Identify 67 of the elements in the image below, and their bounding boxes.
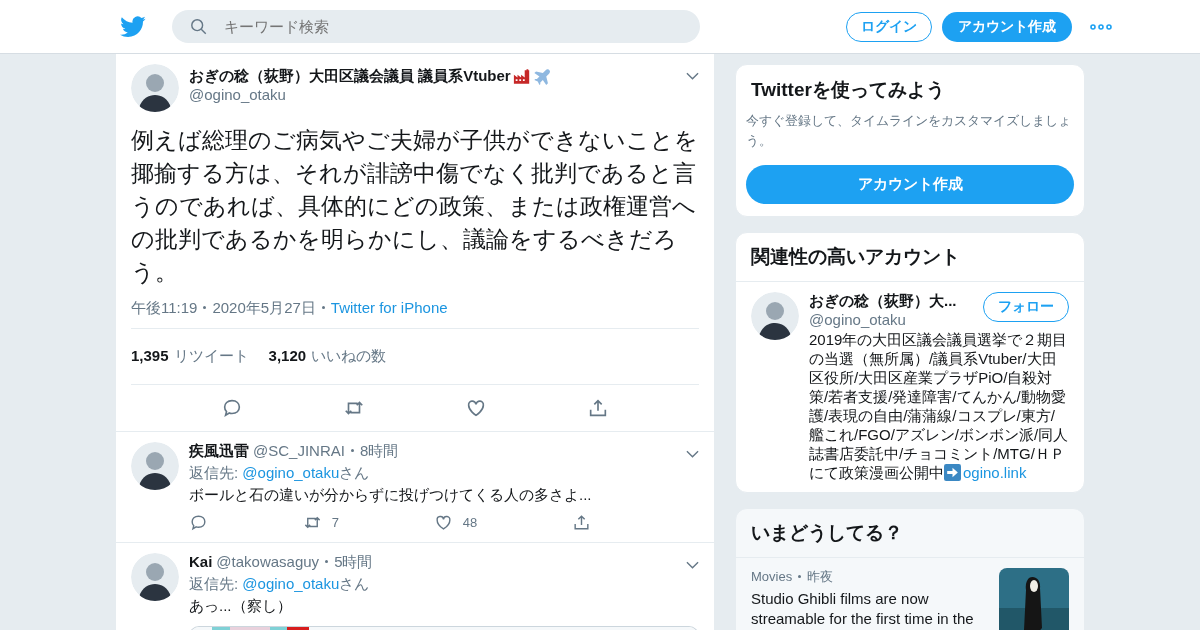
follow-button[interactable]: フォロー bbox=[983, 292, 1069, 322]
avatar[interactable] bbox=[751, 292, 799, 340]
separator-dot bbox=[321, 306, 325, 310]
tweet-text: 例えば総理のご病気やご夫婦が子供ができないことを揶揄する方は、それが誹謗中傷でなく批判であると言うのであれば、具体的にどの政策、または政権運営への批判であるかを明らかにし、議論をするべきだろう。 bbox=[131, 126, 699, 287]
stat-label[interactable]: いいねの数 bbox=[311, 347, 387, 364]
stat-label[interactable]: リツイート bbox=[173, 347, 249, 364]
trend-category[interactable]: Movies bbox=[751, 569, 793, 584]
reply-prefix: 返信先: bbox=[189, 575, 239, 592]
separator-dot bbox=[798, 574, 802, 578]
reply-prefix: 返信先: bbox=[189, 464, 239, 481]
avatar[interactable] bbox=[131, 64, 179, 112]
card-title: 関連性の高いアカウント bbox=[736, 233, 1084, 282]
factory-icon bbox=[512, 68, 531, 85]
card-title: いまどうしてる？ bbox=[736, 509, 1084, 558]
separator-dot bbox=[325, 560, 329, 564]
reply-suffix: さん bbox=[339, 464, 370, 481]
card-text: 今すぐ登録して、タイムラインをカスタマイズしましょう。 bbox=[746, 112, 1072, 150]
reply-icon[interactable] bbox=[221, 397, 243, 419]
stat-count[interactable]: 1,395 bbox=[131, 347, 169, 364]
user-name[interactable]: 疾風迅雷 bbox=[189, 442, 249, 459]
signup-button[interactable]: アカウント作成 bbox=[942, 11, 1072, 42]
separator-dot bbox=[203, 306, 207, 310]
share-icon[interactable] bbox=[587, 397, 609, 419]
user-handle[interactable]: @ogino_otaku bbox=[809, 311, 957, 328]
avatar[interactable] bbox=[131, 553, 179, 601]
more-icon[interactable] bbox=[1090, 23, 1112, 30]
arrow-icon bbox=[944, 464, 961, 481]
caret-icon[interactable] bbox=[686, 561, 699, 569]
reply-time[interactable]: 8時間 bbox=[359, 442, 399, 459]
bird-logo[interactable] bbox=[120, 15, 146, 38]
separator-dot bbox=[350, 449, 354, 453]
mention-link[interactable]: @ogino_otaku bbox=[242, 464, 340, 481]
reply-text: ボールと石の違いが分からずに投げつけてくる人の多さよ... bbox=[189, 486, 593, 505]
like-count: 48 bbox=[462, 515, 478, 530]
caret-icon[interactable] bbox=[686, 450, 699, 458]
user-handle[interactable]: @ogino_otaku bbox=[189, 86, 676, 103]
source-link[interactable]: Twitter for iPhone bbox=[330, 299, 448, 316]
avatar[interactable] bbox=[131, 442, 179, 490]
user-handle[interactable]: @SC_JINRAI bbox=[253, 442, 345, 459]
user-name[interactable]: おぎの稔（荻野）大... bbox=[809, 292, 957, 311]
trend-time[interactable]: 昨夜 bbox=[807, 569, 834, 584]
user-name[interactable]: おぎの稔（荻野）大田区議会議員 議員系Vtuber bbox=[189, 67, 511, 86]
user-name[interactable]: Kai bbox=[189, 553, 213, 570]
website-link[interactable]: ogino.link bbox=[963, 464, 1027, 481]
tweet-date: 2020年5月27日 bbox=[212, 299, 316, 316]
search-input[interactable]: キーワード検索 bbox=[222, 17, 686, 36]
mention-link[interactable]: @ogino_otaku bbox=[242, 575, 340, 592]
share-icon[interactable] bbox=[572, 513, 591, 532]
user-bio: 2019年の大田区議会議員選挙で２期目の当選（無所属）/議員系Vtuber/大田区役所/大田区産業プラザPiO/自殺対策/若者支援/発達障害/てんかん/動物愛護/表現の自由/蒲蒲線/コスプレ/東方/艦これ/FGO/アズレン/ボンボン派/同人誌書店委託中/チョコミント/MTG/ＨＰにて政策漫画公開中 ogino.link bbox=[809, 330, 1069, 482]
reply-suffix: さん bbox=[339, 575, 370, 592]
stat-count[interactable]: 3,120 bbox=[268, 347, 307, 364]
search-field[interactable]: キーワード検索 bbox=[172, 10, 700, 43]
search-icon bbox=[190, 17, 208, 36]
signup-button[interactable]: アカウント作成 bbox=[746, 165, 1074, 204]
reply-time[interactable]: 5時間 bbox=[334, 553, 373, 570]
like-icon[interactable] bbox=[465, 397, 487, 419]
reply-icon[interactable] bbox=[189, 513, 208, 532]
retweet-count: 7 bbox=[331, 515, 339, 530]
login-button[interactable]: ログイン bbox=[846, 11, 932, 42]
reply-text: あっ...（察し） bbox=[189, 597, 293, 616]
trend-headline[interactable]: Studio Ghibli films are now streamable for the first time in the bbox=[751, 589, 989, 629]
like-icon[interactable] bbox=[433, 513, 453, 532]
caret-icon[interactable] bbox=[686, 72, 699, 80]
tweet-time: 午後11:19 bbox=[131, 299, 198, 316]
airplane-icon bbox=[532, 68, 551, 85]
user-handle[interactable]: @takowasaguy bbox=[216, 553, 320, 570]
card-title: Twitterを使ってみよう bbox=[751, 78, 946, 102]
